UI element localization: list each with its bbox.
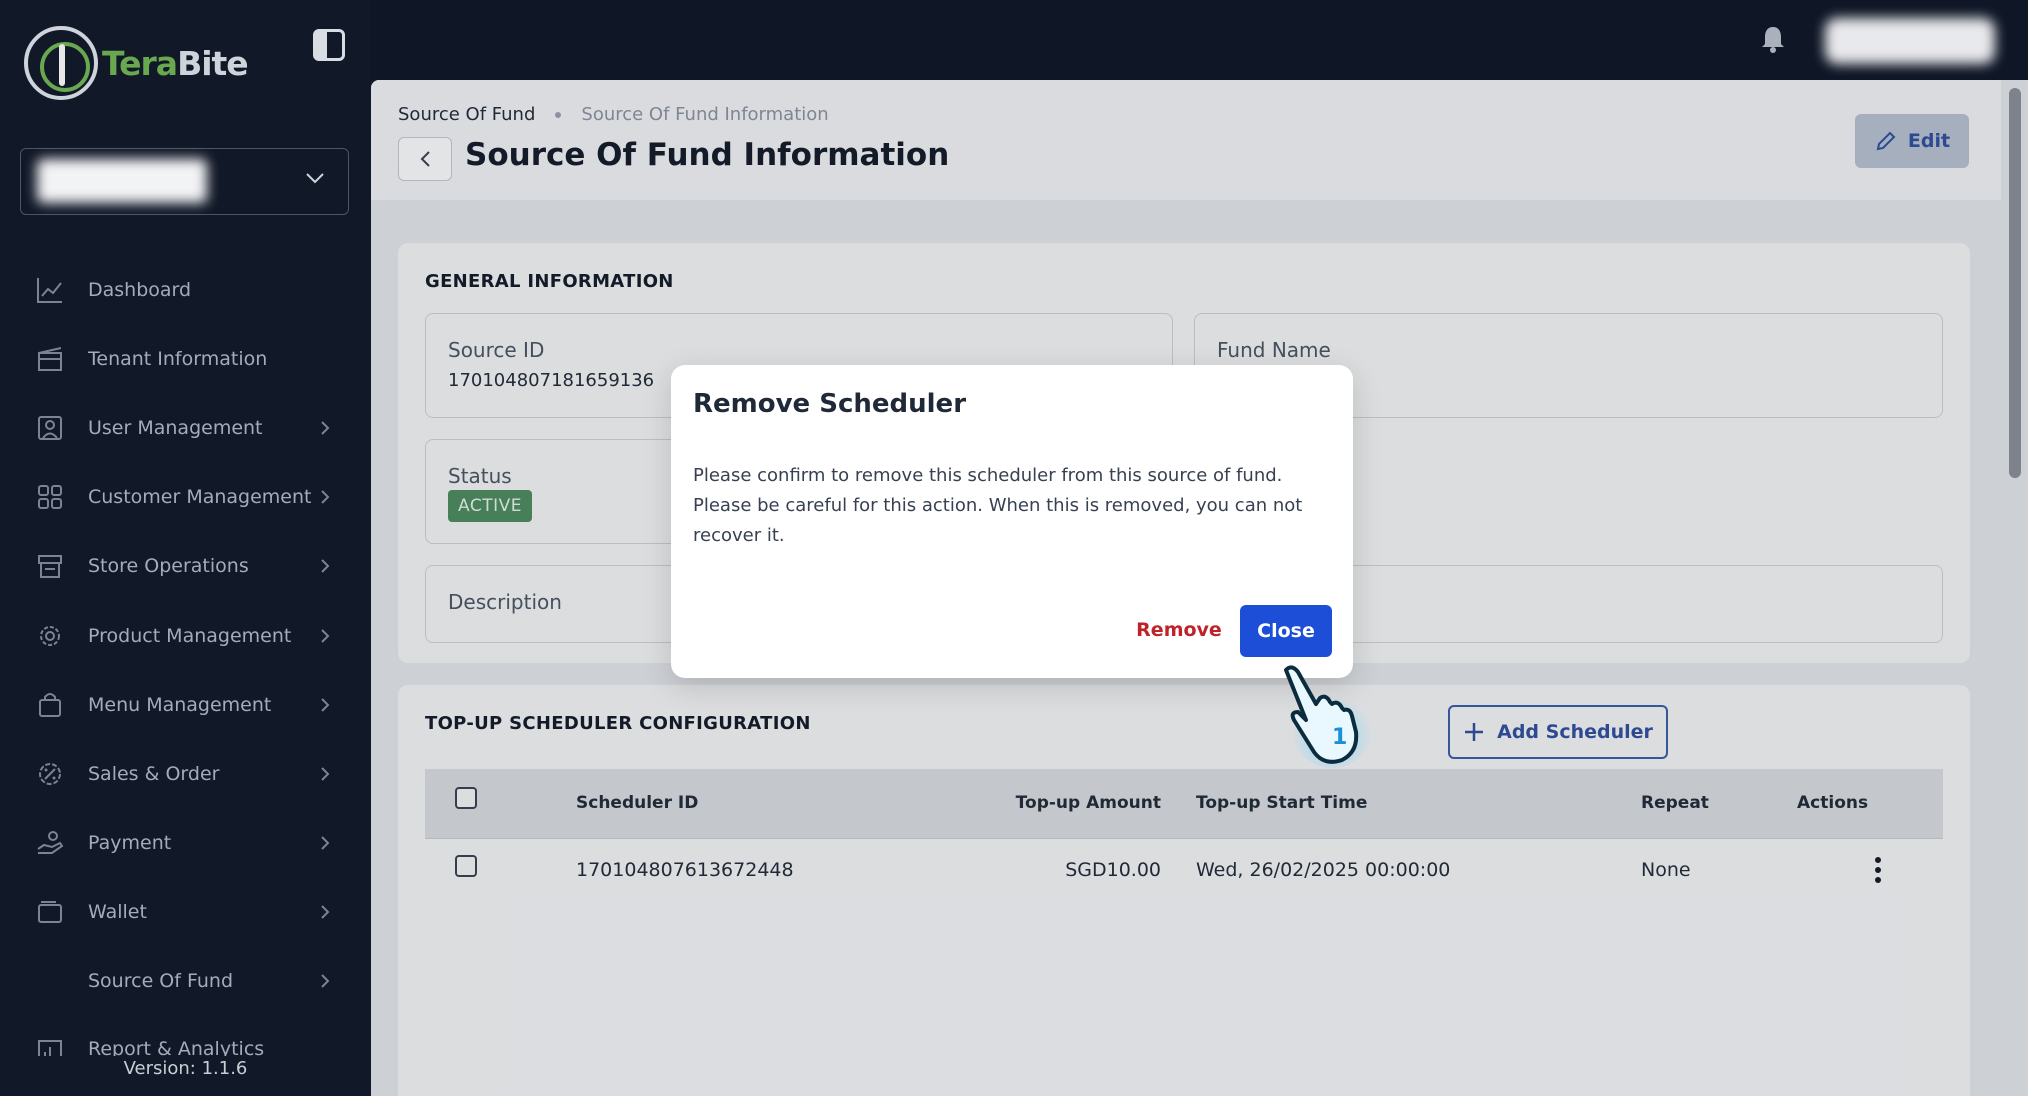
hand-coin-icon (37, 831, 64, 855)
sidebar-item-label: Report & Analytics (88, 1038, 265, 1057)
tenant-name-redacted (37, 159, 207, 203)
sidebar-collapse-icon[interactable] (313, 29, 345, 61)
sidebar-item-wallet[interactable]: Wallet (0, 878, 371, 947)
sidebar-item-payment[interactable]: Payment (0, 809, 371, 878)
dialog-title: Remove Scheduler (693, 389, 967, 419)
remove-button[interactable]: Remove (1117, 605, 1241, 655)
sidebar-item-label: Store Operations (88, 555, 249, 578)
sidebar-item-menu-management[interactable]: Menu Management (0, 670, 371, 739)
sidebar-item-dashboard[interactable]: Dashboard (0, 255, 371, 324)
chart-line-icon (37, 277, 62, 303)
chevron-right-icon (321, 698, 330, 712)
tenant-selector[interactable] (20, 148, 349, 215)
sidebar-item-label: Customer Management (88, 486, 312, 509)
sidebar-item-sales-order[interactable]: Sales & Order (0, 739, 371, 808)
dialog-message: Please confirm to remove this scheduler … (693, 465, 1303, 546)
grid-icon (38, 485, 62, 510)
chevron-right-icon (321, 421, 330, 435)
discount-icon (39, 762, 61, 785)
sidebar-item-user-management[interactable]: User Management (0, 393, 371, 462)
sidebar-item-customer-management[interactable]: Customer Management (0, 463, 371, 532)
svg-text:1: 1 (1332, 725, 1347, 750)
chevron-right-icon (321, 905, 330, 919)
sidebar-item-label: Source Of Fund (88, 970, 234, 993)
sidebar-item-source-of-fund[interactable]: Source Of Fund (0, 947, 371, 1016)
sidebar-item-tenant-information[interactable]: Tenant Information (0, 324, 371, 393)
bag-icon (39, 692, 61, 717)
hand-pointer-cursor-icon: 1 (1284, 665, 1372, 768)
sidebar-nav: Dashboard Tenant Information User Manage… (0, 255, 371, 1057)
sidebar-item-label: Sales & Order (88, 762, 220, 785)
sidebar-item-label: Tenant Information (88, 347, 268, 370)
chevron-right-icon (321, 974, 330, 989)
user-menu-redacted[interactable] (1825, 18, 1995, 64)
user-card-icon (38, 415, 62, 440)
close-button[interactable]: Close (1240, 605, 1332, 657)
sidebar-item-label: Product Management (88, 624, 292, 647)
bell-icon[interactable] (1758, 24, 1788, 54)
brand-logo[interactable]: TeraBite (24, 26, 249, 100)
remove-scheduler-dialog: Remove Scheduler Please confirm to remov… (671, 365, 1353, 678)
sidebar-item-label: Dashboard (88, 278, 192, 301)
chevron-down-icon (306, 173, 324, 184)
sidebar-item-report-analytics[interactable]: Report & Analytics (0, 1016, 371, 1057)
building-icon (38, 346, 62, 371)
store-icon (38, 555, 62, 579)
logo-mark-icon (24, 26, 98, 100)
gear-icon (40, 625, 60, 646)
sidebar-item-label: Payment (88, 832, 172, 855)
sidebar: TeraBite Dashboard Tenant Information Us… (0, 0, 371, 1096)
sidebar-item-store-operations[interactable]: Store Operations (0, 532, 371, 601)
chevron-right-icon (321, 767, 330, 781)
chevron-right-icon (321, 559, 330, 574)
sidebar-item-product-management[interactable]: Product Management (0, 601, 371, 670)
wallet-icon (38, 901, 62, 924)
chevron-right-icon (321, 628, 330, 643)
sidebar-item-label: Wallet (88, 901, 147, 924)
brand-name: TeraBite (102, 43, 249, 83)
chevron-right-icon (321, 836, 330, 850)
app-version: Version: 1.1.6 (123, 1058, 248, 1079)
bar-chart-icon (38, 1040, 62, 1057)
sidebar-item-label: User Management (88, 416, 263, 439)
chevron-right-icon (321, 490, 330, 504)
sidebar-item-label: Menu Management (88, 693, 272, 716)
brand-name-part2: Bite (177, 43, 249, 83)
brand-name-part1: Tera (102, 43, 178, 83)
